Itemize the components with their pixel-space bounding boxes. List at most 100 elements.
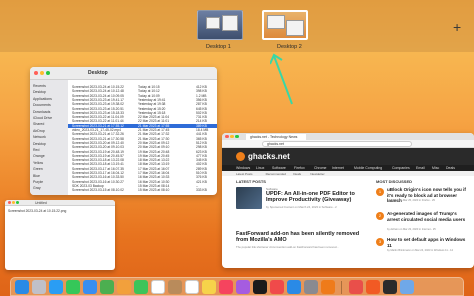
finder-window[interactable]: Desktop Recents Desktop Applications Docume… bbox=[30, 67, 217, 195]
discussed-meta: by Ashwin on Mar 25, 2023 in Firefox - 2… bbox=[387, 199, 435, 202]
nav-item[interactable]: Chrome bbox=[314, 166, 326, 170]
file-list: Screenshot 2023-03-24 at 10.15.22 Today a… bbox=[68, 80, 217, 195]
zoom-button[interactable] bbox=[235, 134, 239, 138]
nav-item[interactable]: Firefox bbox=[294, 166, 305, 170]
address-bar[interactable]: ghacks.net bbox=[262, 141, 412, 147]
sidebar-item[interactable]: Blue bbox=[33, 174, 40, 179]
article-meta: The popular link shortener circumvention… bbox=[236, 245, 339, 249]
subnav-item[interactable]: Latest Posts bbox=[236, 172, 253, 176]
nav-item[interactable]: Misc bbox=[432, 166, 439, 170]
safari-icon[interactable] bbox=[49, 280, 63, 294]
preview-icon[interactable] bbox=[400, 280, 414, 294]
desktop-1-thumbnail[interactable] bbox=[197, 10, 243, 40]
add-desktop-button[interactable]: + bbox=[453, 20, 461, 34]
app-store-icon[interactable] bbox=[287, 280, 301, 294]
section-heading: LATEST POSTS bbox=[236, 179, 266, 184]
minimize-button[interactable] bbox=[230, 134, 234, 138]
nav-item[interactable]: Email bbox=[416, 166, 425, 170]
section-heading: MOST DISCUSSED bbox=[376, 179, 413, 184]
system-settings-icon[interactable] bbox=[304, 280, 318, 294]
discussed-title[interactable]: How to set default apps in Windows 11 bbox=[387, 237, 467, 248]
desktop-1-label: Desktop 1 bbox=[206, 44, 231, 50]
sidebar-item[interactable]: Green bbox=[33, 167, 43, 172]
editor-titlebar: Untitled bbox=[5, 200, 115, 206]
nav-item[interactable]: Internet bbox=[332, 166, 344, 170]
nav-item[interactable]: Linux bbox=[256, 166, 264, 170]
discussed-item[interactable]: 2 AI-generated images of Trump's arrest … bbox=[376, 211, 468, 231]
subnav-item[interactable]: Newsletter bbox=[310, 172, 324, 176]
article-thumbnail[interactable] bbox=[236, 187, 262, 209]
podcasts-icon[interactable] bbox=[236, 280, 250, 294]
sidebar-item[interactable]: Shared bbox=[33, 122, 44, 127]
sidebar-item[interactable]: Recents bbox=[33, 84, 46, 89]
close-button[interactable] bbox=[34, 71, 38, 75]
photos-icon[interactable] bbox=[117, 280, 131, 294]
browser-window[interactable]: ghacks.net - Technology News ghacks.net … bbox=[222, 133, 474, 268]
sidebar-item[interactable]: Orange bbox=[33, 154, 45, 159]
subnav-item[interactable]: Deals bbox=[293, 172, 301, 176]
close-button[interactable] bbox=[225, 134, 229, 138]
rank-badge: 3 bbox=[376, 238, 384, 246]
minimize-button[interactable] bbox=[12, 201, 15, 205]
maps-icon[interactable] bbox=[100, 280, 114, 294]
sidebar-item[interactable]: Desktop bbox=[33, 142, 46, 147]
tab-bar: ghacks.net - Technology News bbox=[222, 133, 474, 140]
sidebar-item[interactable]: Documents bbox=[33, 103, 51, 108]
sidebar-item[interactable]: Purple bbox=[33, 180, 43, 185]
discussed-item[interactable]: 3 How to set default apps in Windows 11 … bbox=[376, 237, 468, 257]
article-title[interactable]: FastForward add-on has been silently rem… bbox=[236, 231, 364, 243]
file-name: Screenshot 2023-03-15 at 08.10.02 bbox=[72, 188, 124, 193]
vivaldi-icon[interactable] bbox=[349, 280, 363, 294]
reminders-icon[interactable] bbox=[185, 280, 199, 294]
discussed-title[interactable]: AI-generated images of Trump's arrest ci… bbox=[387, 211, 467, 222]
sidebar-item[interactable]: Desktop bbox=[33, 90, 46, 95]
sidebar-item[interactable]: Network bbox=[33, 135, 46, 140]
brave-icon[interactable] bbox=[366, 280, 380, 294]
editor-text[interactable]: Screenshot 2023-03-24 at 10.15.22.png bbox=[8, 209, 66, 213]
article-title[interactable]: UPDF: An All-in-one PDF Editor to Improv… bbox=[266, 191, 366, 203]
sidebar-item[interactable]: iCloud Drive bbox=[33, 116, 52, 121]
sidebar-item[interactable]: Applications bbox=[33, 97, 52, 102]
sidebar-item[interactable]: Yellow bbox=[33, 161, 43, 166]
finder-icon[interactable] bbox=[15, 280, 29, 294]
latest-posts: LATEST POSTS Software UPDF: An All-in-on… bbox=[236, 179, 366, 268]
facetime-icon[interactable] bbox=[134, 280, 148, 294]
sidebar-item[interactable]: AirDrop bbox=[33, 129, 45, 134]
finder-sidebar: Recents Desktop Applications Documents Downl… bbox=[30, 80, 68, 195]
dock bbox=[10, 277, 464, 296]
tv-icon[interactable] bbox=[253, 280, 267, 294]
discussed-meta: by Ashwin on Mar 23, 2023 in Internet - … bbox=[387, 228, 436, 231]
desktop-2-thumbnail[interactable] bbox=[262, 10, 308, 40]
notes-icon[interactable] bbox=[202, 280, 216, 294]
most-discussed: MOST DISCUSSED 1 uBlock Origin's icon no… bbox=[376, 179, 468, 268]
news-icon[interactable] bbox=[270, 280, 284, 294]
minimize-button[interactable] bbox=[40, 71, 44, 75]
nav-item[interactable]: Mobile Computing bbox=[354, 166, 382, 170]
file-row[interactable]: Screenshot 2023-03-15 at 08.10.02 15 Mar … bbox=[68, 188, 217, 192]
sidebar-item[interactable]: Downloads bbox=[33, 110, 50, 115]
close-button[interactable] bbox=[8, 201, 11, 205]
calendar-icon[interactable] bbox=[151, 280, 165, 294]
zoom-button[interactable] bbox=[16, 201, 19, 205]
sidebar-item[interactable]: Red bbox=[33, 148, 39, 153]
nav-item[interactable]: Deals bbox=[446, 166, 455, 170]
discussed-item[interactable]: 1 uBlock Origin's icon now tells you if … bbox=[376, 187, 468, 207]
firefox-icon[interactable] bbox=[321, 280, 335, 294]
music-icon[interactable] bbox=[219, 280, 233, 294]
mail-icon[interactable] bbox=[83, 280, 97, 294]
zoom-button[interactable] bbox=[46, 71, 50, 75]
mini-window bbox=[286, 20, 304, 36]
messages-icon[interactable] bbox=[66, 280, 80, 294]
terminal-icon[interactable] bbox=[383, 280, 397, 294]
address-toolbar: ghacks.net bbox=[222, 140, 474, 148]
launchpad-icon[interactable] bbox=[32, 280, 46, 294]
nav-item[interactable]: Windows bbox=[236, 166, 250, 170]
nav-item[interactable]: Companies bbox=[392, 166, 410, 170]
nav-item[interactable]: Software bbox=[272, 166, 286, 170]
site-logo[interactable]: ghacks.net bbox=[248, 152, 290, 161]
dock-separator bbox=[341, 281, 342, 294]
text-editor-window[interactable]: Untitled Screenshot 2023-03-24 at 10.15.… bbox=[5, 200, 115, 270]
contacts-icon[interactable] bbox=[168, 280, 182, 294]
subnav-item[interactable]: Recommended bbox=[266, 172, 286, 176]
sidebar-item[interactable]: Gray bbox=[33, 186, 41, 191]
